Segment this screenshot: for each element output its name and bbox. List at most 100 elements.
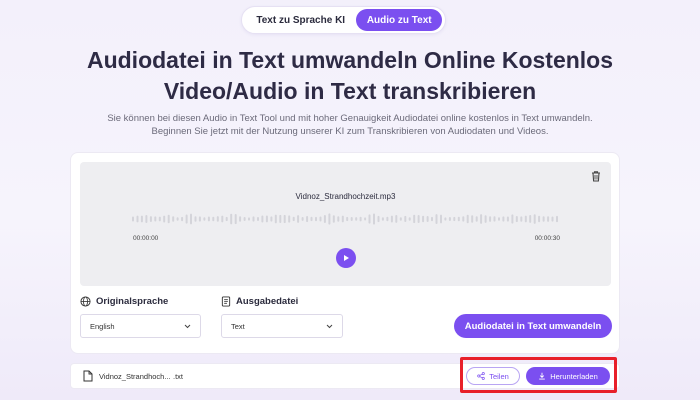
waveform-bar — [140, 215, 143, 223]
waveform-bar — [319, 216, 322, 222]
tab-text-to-speech[interactable]: Text zu Sprache KI — [245, 9, 356, 31]
waveform-bar — [323, 215, 326, 223]
waveform-bar — [243, 217, 246, 221]
waveform-bar — [413, 214, 416, 224]
share-button[interactable]: Teilen — [466, 367, 520, 385]
page-title-line2: Video/Audio in Text transkribieren — [163, 78, 537, 104]
waveform-bar — [181, 216, 184, 222]
waveform-bar — [498, 217, 500, 221]
waveform-bar — [163, 215, 166, 223]
share-label: Teilen — [489, 371, 509, 381]
waveform-bar — [297, 215, 300, 223]
source-language-select[interactable]: English — [80, 314, 201, 338]
share-icon — [477, 372, 485, 380]
output-file-select[interactable]: Text — [221, 314, 343, 338]
output-file-value: Text — [231, 321, 245, 331]
waveform-bar — [341, 215, 344, 223]
output-file-text: Ausgabedatei — [236, 296, 299, 307]
play-icon — [344, 255, 349, 261]
mode-tabs: Text zu Sprache KI Audio zu Text — [241, 6, 446, 34]
waveform-bar — [310, 216, 313, 222]
waveform-bar — [172, 216, 175, 222]
source-language-value: English — [90, 321, 115, 331]
waveform-bar — [306, 216, 309, 223]
waveform-bar — [274, 214, 277, 224]
download-button[interactable]: Herunterladen — [526, 367, 610, 385]
waveform-bar — [493, 216, 496, 222]
waveform-bar — [462, 216, 465, 222]
waveform-bar — [431, 216, 433, 222]
waveform-bar — [373, 213, 375, 225]
time-current: 00:00:00 — [133, 235, 159, 242]
waveform-bar — [524, 215, 527, 223]
download-label: Herunterladen — [550, 371, 598, 381]
waveform-bar — [457, 216, 460, 222]
waveform-bar — [386, 216, 389, 222]
waveform-bar — [252, 216, 255, 222]
waveform-bar — [328, 213, 331, 225]
waveform-bar — [288, 215, 291, 223]
result-extension: .txt — [173, 372, 184, 381]
waveform-bar — [529, 215, 532, 223]
page-subtitle-line2: Beginnen Sie jetzt mit der Nutzung unser… — [151, 126, 549, 137]
waveform-bar — [355, 217, 358, 221]
waveform-bar — [520, 216, 523, 222]
waveform-bar — [203, 217, 206, 221]
globe-icon — [80, 296, 91, 307]
waveform-bar — [279, 214, 282, 223]
waveform-bar — [239, 216, 242, 222]
page-subtitle-line1: Sie können bei diesen Audio in Text Tool… — [107, 113, 593, 124]
waveform-bar — [511, 214, 514, 224]
page-subtitle: Sie können bei diesen Audio in Text Tool… — [0, 112, 700, 138]
waveform-bar — [444, 217, 447, 221]
file-icon — [83, 370, 93, 382]
waveform-bar — [185, 214, 188, 224]
waveform-bar — [377, 215, 380, 223]
waveform-bar — [422, 215, 425, 223]
waveform-bar — [466, 214, 469, 224]
waveform-bar — [216, 216, 219, 222]
waveform-bar — [435, 214, 438, 224]
waveform-bar — [167, 214, 170, 224]
waveform-bar — [301, 217, 304, 221]
document-icon — [221, 296, 231, 307]
audio-filename: Vidnoz_Strandhochzeit.mp3 — [295, 192, 396, 201]
waveform-bar — [221, 215, 224, 223]
waveform-bar — [502, 216, 505, 222]
page-title: Audiodatei in Text umwandeln Online Kost… — [0, 45, 700, 107]
waveform-bar — [248, 217, 250, 221]
waveform-bar — [556, 215, 558, 223]
waveform-bar — [292, 216, 295, 222]
waveform-bar — [448, 217, 451, 221]
waveform-bar — [332, 215, 335, 223]
waveform-bar — [364, 217, 367, 221]
waveform-bar — [484, 215, 487, 223]
waveform-bar — [390, 215, 393, 223]
source-language-text: Originalsprache — [96, 296, 169, 307]
waveform-bar — [506, 216, 509, 222]
play-button[interactable] — [336, 248, 356, 268]
waveform-bar — [440, 214, 442, 224]
waveform-bar — [176, 217, 179, 221]
waveform-bar — [154, 216, 157, 222]
waveform-bar — [261, 215, 264, 223]
waveform-bar — [538, 215, 541, 223]
waveform-bar — [417, 215, 420, 223]
convert-button[interactable]: Audiodatei in Text umwandeln — [454, 314, 612, 338]
waveform-bar — [230, 213, 233, 225]
waveform-bar — [234, 214, 237, 225]
waveform-bar — [475, 216, 478, 222]
tab-audio-to-text[interactable]: Audio zu Text — [356, 9, 442, 31]
waveform-bar — [359, 216, 362, 222]
chevron-down-icon — [326, 324, 333, 328]
waveform-bar — [149, 216, 152, 222]
waveform-bar — [542, 216, 545, 222]
waveform-bar — [283, 214, 286, 224]
audio-waveform[interactable] — [132, 209, 560, 229]
waveform-bar — [346, 216, 349, 222]
waveform-bar — [547, 216, 550, 222]
waveform-bar — [145, 215, 148, 223]
trash-icon[interactable] — [589, 169, 603, 183]
chevron-down-icon — [184, 324, 191, 328]
waveform-bar — [257, 217, 259, 221]
